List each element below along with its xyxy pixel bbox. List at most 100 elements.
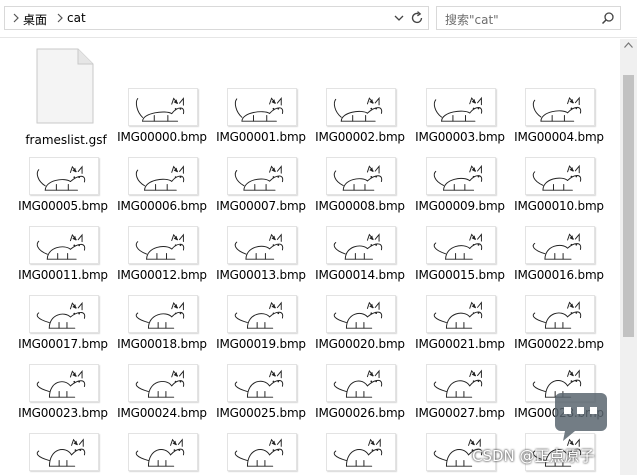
file-item[interactable]: IMG00002.bmp: [314, 84, 406, 152]
image-thumbnail[interactable]: [128, 88, 198, 126]
image-thumbnail[interactable]: [128, 364, 198, 402]
file-item[interactable]: IMG00006.bmp: [116, 153, 208, 221]
image-thumbnail[interactable]: [29, 226, 99, 264]
image-thumbnail[interactable]: [326, 157, 396, 195]
image-thumbnail[interactable]: [326, 433, 396, 471]
file-name: IMG00009.bmp: [415, 199, 505, 213]
file-name: IMG00008.bmp: [315, 199, 405, 213]
search-box[interactable]: 搜索"cat": [436, 6, 621, 30]
file-name: IMG00027.bmp: [415, 406, 505, 420]
search-placeholder[interactable]: 搜索"cat": [445, 11, 499, 28]
address-bar[interactable]: 桌面 cat: [4, 6, 429, 30]
file-item[interactable]: IMG00020.bmp: [314, 291, 406, 359]
image-thumbnail[interactable]: [426, 88, 496, 126]
file-name: IMG00023.bmp: [18, 406, 108, 420]
image-thumbnail[interactable]: [227, 226, 297, 264]
file-name: IMG00007.bmp: [216, 199, 306, 213]
file-item[interactable]: IMG00021.bmp: [414, 291, 506, 359]
file-item[interactable]: IMG00025.bmp: [215, 360, 307, 428]
image-thumbnail[interactable]: [426, 295, 496, 333]
search-icon[interactable]: [601, 11, 615, 25]
file-item[interactable]: IMG00026.bmp: [314, 360, 406, 428]
file-item[interactable]: IMG00024.bmp: [116, 360, 208, 428]
file-item[interactable]: [215, 429, 307, 475]
document-file-icon[interactable]: [36, 48, 94, 124]
image-thumbnail[interactable]: [227, 157, 297, 195]
image-thumbnail[interactable]: [29, 157, 99, 195]
file-item[interactable]: IMG00004.bmp: [513, 84, 605, 152]
file-item[interactable]: IMG00018.bmp: [116, 291, 208, 359]
file-name: IMG00004.bmp: [514, 130, 604, 144]
scrollbar-thumb[interactable]: [623, 75, 634, 337]
image-thumbnail[interactable]: [227, 364, 297, 402]
file-item[interactable]: IMG00027.bmp: [414, 360, 506, 428]
vertical-scrollbar[interactable]: [620, 39, 637, 475]
file-name: IMG00019.bmp: [216, 337, 306, 351]
file-item[interactable]: [116, 429, 208, 475]
file-item[interactable]: IMG00011.bmp: [17, 222, 109, 290]
file-item[interactable]: IMG00009.bmp: [414, 153, 506, 221]
image-thumbnail[interactable]: [525, 226, 595, 264]
image-thumbnail[interactable]: [525, 295, 595, 333]
file-item[interactable]: IMG00013.bmp: [215, 222, 307, 290]
file-name: IMG00020.bmp: [315, 337, 405, 351]
file-item[interactable]: IMG00001.bmp: [215, 84, 307, 152]
image-thumbnail[interactable]: [326, 226, 396, 264]
scroll-up-arrow-icon[interactable]: [624, 42, 633, 48]
file-item[interactable]: IMG00010.bmp: [513, 153, 605, 221]
image-thumbnail[interactable]: [29, 364, 99, 402]
image-thumbnail[interactable]: [326, 88, 396, 126]
file-item[interactable]: IMG00005.bmp: [17, 153, 109, 221]
chevron-right-icon[interactable]: [55, 12, 65, 24]
file-name: IMG00005.bmp: [18, 199, 108, 213]
file-name: IMG00024.bmp: [117, 406, 207, 420]
file-name: IMG00014.bmp: [315, 268, 405, 282]
image-thumbnail[interactable]: [29, 295, 99, 333]
image-thumbnail[interactable]: [227, 88, 297, 126]
file-name: IMG00006.bmp: [117, 199, 207, 213]
file-item[interactable]: IMG00003.bmp: [414, 84, 506, 152]
image-thumbnail[interactable]: [128, 226, 198, 264]
image-thumbnail[interactable]: [426, 157, 496, 195]
file-name: IMG00002.bmp: [315, 130, 405, 144]
file-item[interactable]: IMG00007.bmp: [215, 153, 307, 221]
file-item[interactable]: IMG00014.bmp: [314, 222, 406, 290]
file-item[interactable]: IMG00012.bmp: [116, 222, 208, 290]
image-thumbnail[interactable]: [128, 157, 198, 195]
file-item[interactable]: [17, 429, 109, 475]
file-name: IMG00026.bmp: [315, 406, 405, 420]
file-item[interactable]: IMG00017.bmp: [17, 291, 109, 359]
file-item[interactable]: IMG00008.bmp: [314, 153, 406, 221]
image-thumbnail[interactable]: [29, 433, 99, 471]
image-thumbnail[interactable]: [326, 364, 396, 402]
file-name: IMG00016.bmp: [514, 268, 604, 282]
file-name: IMG00011.bmp: [18, 268, 108, 282]
file-item[interactable]: IMG00019.bmp: [215, 291, 307, 359]
image-thumbnail[interactable]: [426, 364, 496, 402]
image-thumbnail[interactable]: [128, 295, 198, 333]
refresh-icon[interactable]: [409, 10, 425, 26]
file-item[interactable]: IMG00016.bmp: [513, 222, 605, 290]
file-name: IMG00001.bmp: [216, 130, 306, 144]
image-thumbnail[interactable]: [227, 433, 297, 471]
image-thumbnail[interactable]: [426, 226, 496, 264]
file-item[interactable]: IMG00000.bmp: [116, 84, 208, 152]
file-grid[interactable]: frameslist.gsf IMG00000.bmp IMG00001.bmp…: [0, 39, 620, 475]
chevron-down-icon[interactable]: [392, 11, 406, 25]
breadcrumb-cat[interactable]: cat: [67, 11, 86, 25]
file-item[interactable]: IMG00015.bmp: [414, 222, 506, 290]
chevron-right-icon[interactable]: [11, 12, 21, 24]
image-thumbnail[interactable]: [128, 433, 198, 471]
file-item[interactable]: IMG00022.bmp: [513, 291, 605, 359]
file-name: IMG00013.bmp: [216, 268, 306, 282]
image-thumbnail[interactable]: [525, 88, 595, 126]
file-item[interactable]: IMG00023.bmp: [17, 360, 109, 428]
file-name: IMG00000.bmp: [117, 130, 207, 144]
file-name: IMG00012.bmp: [117, 268, 207, 282]
file-item[interactable]: [314, 429, 406, 475]
file-name: IMG00010.bmp: [514, 199, 604, 213]
image-thumbnail[interactable]: [326, 295, 396, 333]
image-thumbnail[interactable]: [525, 157, 595, 195]
image-thumbnail[interactable]: [227, 295, 297, 333]
breadcrumb-desktop[interactable]: 桌面: [23, 11, 47, 28]
